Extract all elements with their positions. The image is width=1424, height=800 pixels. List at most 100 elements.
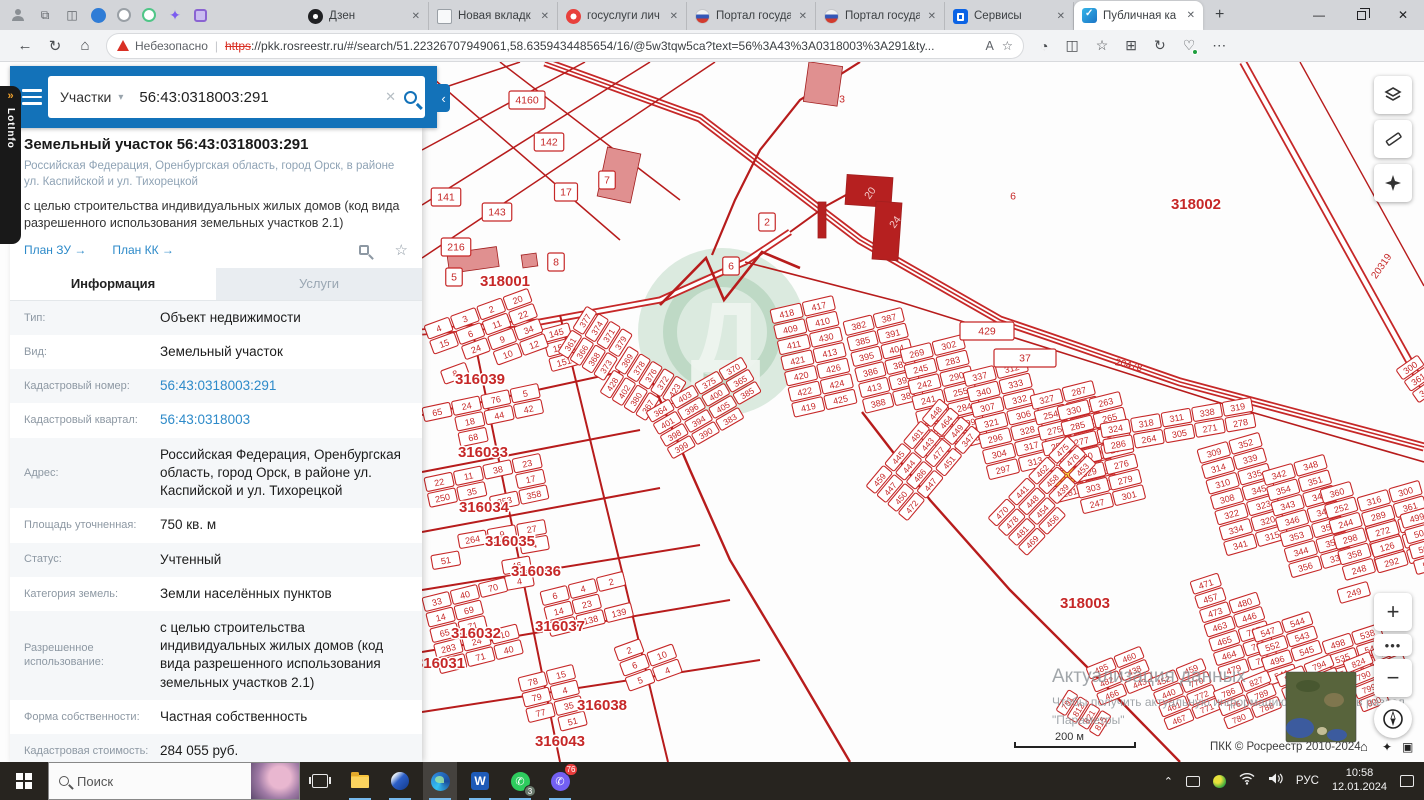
- parcel-number: 51: [440, 555, 452, 567]
- field-value: с целью строительства индивидуальных жил…: [160, 619, 384, 690]
- minimap[interactable]: [1285, 671, 1357, 743]
- tab-close-icon[interactable]: ✕: [1055, 11, 1067, 22]
- tab-close-icon[interactable]: ✕: [926, 11, 938, 22]
- lotinfo-extension-ribbon[interactable]: » LotInfo: [0, 86, 21, 244]
- mail-app-icon[interactable]: [383, 762, 417, 800]
- restore-button[interactable]: [1340, 0, 1382, 30]
- browser-tab[interactable]: Портал госуда ✕: [687, 2, 816, 30]
- url-text: ://pkk.rosreestr.ru/#/search/51.22326707…: [251, 38, 935, 53]
- history-icon[interactable]: ↻: [1154, 37, 1166, 54]
- antivirus-tray-icon[interactable]: [1212, 774, 1226, 788]
- tab-close-icon[interactable]: ✕: [410, 11, 422, 22]
- profile-icon[interactable]: [10, 7, 26, 23]
- extension-green-icon[interactable]: [142, 8, 156, 22]
- security-warning-icon[interactable]: [117, 40, 129, 51]
- whatsapp-icon[interactable]: ✆ 3: [503, 762, 537, 800]
- tab-close-icon[interactable]: ✕: [539, 11, 551, 22]
- zoom-out-button[interactable]: −: [1374, 659, 1412, 697]
- tab-information[interactable]: Информация: [10, 267, 216, 300]
- tab-services[interactable]: Услуги: [216, 267, 422, 300]
- word-app-icon[interactable]: W: [463, 762, 497, 800]
- start-button[interactable]: [0, 762, 48, 800]
- flag-favicon-icon: [824, 8, 839, 24]
- tab-close-icon[interactable]: ✕: [797, 11, 809, 22]
- file-explorer-icon[interactable]: [343, 762, 377, 800]
- collections-icon[interactable]: ⊞: [1125, 37, 1137, 54]
- plan-zu-link[interactable]: План ЗУ →: [24, 243, 86, 257]
- hidden-icons-chevron[interactable]: ⌃: [1164, 775, 1173, 788]
- display-tray-icon[interactable]: [1185, 775, 1200, 787]
- panel-collapse-chevron[interactable]: ‹: [437, 84, 450, 112]
- browser-tab[interactable]: Сервисы ✕: [945, 2, 1074, 30]
- clock[interactable]: 10:58 12.01.2024: [1332, 767, 1387, 795]
- task-view-button[interactable]: [303, 762, 337, 800]
- browser-tab[interactable]: Дзен ✕: [300, 2, 429, 30]
- parcel-number: 142: [540, 137, 558, 149]
- browser-tab[interactable]: госуслуги лич ✕: [558, 2, 687, 30]
- viber-icon[interactable]: ✆ 76: [543, 762, 578, 800]
- extension-blue-icon[interactable]: [91, 7, 106, 23]
- quarter-label: 316035: [485, 533, 535, 550]
- extension-gray-icon[interactable]: [117, 8, 131, 22]
- search-highlight-image[interactable]: [251, 763, 299, 799]
- taskbar-search-box[interactable]: Поиск: [48, 762, 300, 800]
- minimize-button[interactable]: —: [1298, 0, 1340, 30]
- edge-browser-icon[interactable]: [423, 762, 457, 800]
- search-icon[interactable]: [404, 90, 417, 104]
- extension-purple-icon[interactable]: [194, 8, 207, 22]
- read-aloud-icon[interactable]: A: [985, 39, 993, 53]
- parcel-number: 8: [553, 257, 559, 269]
- wifi-icon[interactable]: [1239, 772, 1255, 790]
- stack-icon[interactable]: ⧉: [37, 7, 53, 23]
- whatsapp-badge: 3: [524, 785, 536, 797]
- browser-tab[interactable]: Новая вкладк ✕: [429, 2, 558, 30]
- browser-tab[interactable]: Портал госуда ✕: [816, 2, 945, 30]
- notification-center-icon[interactable]: [1400, 775, 1414, 787]
- settings-menu-icon[interactable]: ⋯: [1212, 37, 1226, 54]
- language-indicator[interactable]: РУС: [1296, 775, 1319, 787]
- tab-close-icon[interactable]: ✕: [1185, 10, 1197, 21]
- home-button[interactable]: ⌂: [70, 33, 100, 59]
- search-input[interactable]: [139, 88, 378, 106]
- parcel-description: с целью строительства индивидуальных жил…: [24, 199, 400, 230]
- parcel-fields: Тип: Объект недвижимости Вид: Земельный уча…: [10, 300, 422, 762]
- plan-kk-link[interactable]: План КК →: [112, 243, 174, 257]
- field-value[interactable]: 56:43:0318003: [160, 403, 422, 437]
- favorite-star-icon[interactable]: ☆: [1002, 38, 1013, 53]
- quarter-label: 316034: [459, 499, 510, 516]
- field-value: Учтенный: [160, 551, 222, 567]
- field-value: Земли населённых пунктов: [160, 585, 332, 601]
- browser-tab[interactable]: Публичная ка ✕: [1074, 1, 1203, 30]
- home-icon[interactable]: ⌂: [1360, 739, 1368, 754]
- security-warning-label[interactable]: Небезопасно: [135, 39, 208, 53]
- volume-icon[interactable]: [1268, 772, 1283, 790]
- favorites-icon[interactable]: ☆: [1096, 37, 1109, 54]
- vertical-tabs-icon[interactable]: ◫: [64, 7, 80, 23]
- tab-close-icon[interactable]: ✕: [668, 11, 680, 22]
- search-category-dropdown[interactable]: Участки ▾: [60, 89, 123, 105]
- more-tools-button[interactable]: •••: [1374, 634, 1412, 656]
- split-screen-icon[interactable]: ◫: [1065, 37, 1078, 54]
- refresh-button[interactable]: ↻: [40, 33, 70, 59]
- dzen-favicon-icon: [308, 8, 323, 24]
- layers-button[interactable]: [1374, 76, 1412, 114]
- measure-button[interactable]: [1374, 120, 1412, 158]
- zoom-to-parcel-icon[interactable]: [358, 244, 369, 255]
- address-bar[interactable]: Небезопасно | https ://pkk.rosreestr.ru/…: [106, 32, 1024, 59]
- zoom-in-button[interactable]: +: [1374, 593, 1412, 631]
- basemap-image-icon[interactable]: ▣: [1402, 740, 1413, 754]
- compass-button[interactable]: [1374, 700, 1412, 738]
- tab-title: Дзен: [329, 10, 356, 22]
- clear-search-icon[interactable]: ✕: [377, 89, 404, 105]
- copilot-icon[interactable]: ◔: [1040, 38, 1048, 54]
- bookmark-star-icon[interactable]: ☆: [395, 241, 408, 259]
- field-value[interactable]: 56:43:0318003:291: [160, 369, 422, 403]
- menu-icon[interactable]: [22, 89, 42, 105]
- browser-essentials-icon[interactable]: ♡: [1183, 37, 1199, 55]
- marker-star-icon[interactable]: ✦: [1382, 740, 1392, 754]
- new-tab-button[interactable]: +: [1203, 6, 1236, 24]
- close-button[interactable]: ✕: [1382, 0, 1424, 30]
- back-button[interactable]: ←: [10, 33, 40, 59]
- locate-marker-button[interactable]: [1374, 164, 1412, 202]
- extension-spark-icon[interactable]: ✦: [167, 7, 183, 23]
